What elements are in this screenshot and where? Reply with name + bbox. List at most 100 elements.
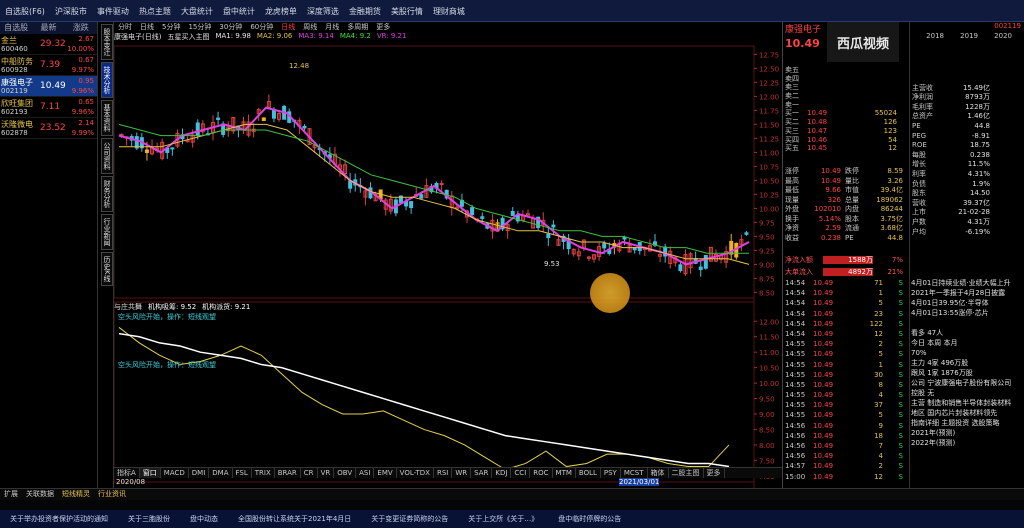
info-line[interactable]: 2021年(预测) <box>909 428 1024 438</box>
sub-indicator-name[interactable]: 与庄共舞 <box>114 302 142 311</box>
indicator-tab-10[interactable]: OBV <box>334 468 357 478</box>
indicator-tab-5[interactable]: FSL <box>233 468 252 478</box>
bottom-tab-1[interactable]: 关联数据 <box>22 489 58 500</box>
info-line[interactable]: 4月01日39.95亿·半导体 <box>909 298 1024 308</box>
fin-row: 每股 0.238 <box>910 151 1024 161</box>
bottom-tab-0[interactable]: 扩展 <box>0 489 22 500</box>
ob-price: 10.47 <box>807 126 828 135</box>
indicator-tab-21[interactable]: BOLL <box>576 468 601 478</box>
indicator-tab-22[interactable]: PSY <box>601 468 621 478</box>
indicator-tab-20[interactable]: MTM <box>553 468 576 478</box>
order-book: 卖五 卖四 卖三 卖二 卖一 买一 10.49 55024 买二 10.48 12… <box>783 66 909 153</box>
info-line[interactable]: 跟风 1家 1876万股 <box>909 368 1024 378</box>
ob-volume <box>837 66 897 75</box>
info-line[interactable]: 主营 制造和销售半导体封装材料 <box>909 398 1024 408</box>
vtab-3[interactable]: 公司资料 <box>101 138 113 174</box>
fin-key: 总资产 <box>912 112 933 121</box>
indicator-tab-25[interactable]: 二股主图 <box>669 468 704 478</box>
orderbook-row: 卖二 <box>783 92 909 101</box>
ticker-item[interactable]: 关于上交所《关于…》 <box>458 514 548 524</box>
top-menu-item-0[interactable]: 自选股(F6) <box>0 6 50 17</box>
y-tick-label: 11.25 <box>759 135 779 143</box>
fin-row: 股东 14.50 <box>910 189 1024 199</box>
indicator-tab-23[interactable]: MCST <box>621 468 648 478</box>
vtab-5[interactable]: 行业新闻 <box>101 214 113 250</box>
indicator-tab-15[interactable]: WR <box>452 468 472 478</box>
stock-change: 2.14 <box>78 119 94 127</box>
info-line[interactable]: 指南详细 主题投资 选股策略 <box>909 418 1024 428</box>
info-line[interactable]: 2021年一季报于4月28日披露 <box>909 288 1024 298</box>
watchlist-row[interactable]: 欣旺集团 602193 7.11 0.65 9.96% <box>0 97 97 118</box>
candlestick-chart[interactable]: 12.75 12.50 12.25 12.00 11.75 11.50 11.25 11.00… <box>114 22 782 488</box>
vtab-2[interactable]: 基本资料 <box>101 100 113 136</box>
top-menu-item-8[interactable]: 金融期货 <box>344 6 386 17</box>
vtab-1[interactable]: 技术分析 <box>101 62 113 98</box>
vtab-4[interactable]: 财务分析 <box>101 176 113 212</box>
indicator-tab-19[interactable]: ROC <box>530 468 553 478</box>
flow-row: 净流入额 1588万 7% <box>783 254 909 266</box>
indicator-tab-6[interactable]: TRIX <box>252 468 275 478</box>
indicator-tab-16[interactable]: SAR <box>471 468 493 478</box>
indicator-tab-18[interactable]: CCI <box>511 468 531 478</box>
money-flow: 净流入额 1588万 7% 大单流入 4892万 21% <box>783 254 909 278</box>
info-line[interactable]: 2022年(预测) <box>909 438 1024 448</box>
ticker-item[interactable]: 关于变更证券简称的公告 <box>361 514 458 524</box>
indicator-tab-8[interactable]: CR <box>301 468 318 478</box>
ob-price: 10.49 <box>807 109 828 118</box>
top-menu-item-4[interactable]: 大盘统计 <box>176 6 218 17</box>
top-menu-item-2[interactable]: 事件驱动 <box>92 6 134 17</box>
ob-label: 买四 <box>785 135 799 144</box>
bottom-tab-2[interactable]: 短线精灵 <box>58 489 94 500</box>
indicator-tab-1[interactable]: 窗口 <box>139 468 161 478</box>
info-line[interactable]: 看多 47人 <box>909 328 1024 338</box>
watchlist-row[interactable]: 康强电子 002119 10.49 0.95 9.96% <box>0 76 97 97</box>
trade-time: 14:55 <box>785 411 806 420</box>
info-line[interactable]: 控股 无 <box>909 388 1024 398</box>
ticker-item[interactable]: 全国股份转让系统关于2021年4月日 <box>228 514 361 524</box>
indicator-tab-3[interactable]: DMI <box>189 468 210 478</box>
vtab-6[interactable]: 历史K线 <box>101 252 113 286</box>
indicator-tab-4[interactable]: DMA <box>209 468 233 478</box>
indicator-tab-26[interactable]: 更多 <box>704 468 725 478</box>
top-menu-item-1[interactable]: 沪深股市 <box>50 6 92 17</box>
indicator-tab-0[interactable]: 指标A <box>114 468 140 478</box>
top-menu-item-7[interactable]: 深度筛选 <box>302 6 344 17</box>
indicator-tab-17[interactable]: KDJ <box>492 468 512 478</box>
ticker-item[interactable]: 盘中临时停牌的公告 <box>548 514 631 524</box>
top-menu-item-3[interactable]: 热点主题 <box>134 6 176 17</box>
watchlist-row[interactable]: 金兰 600460 29.32 2.67 10.00% <box>0 34 97 55</box>
ticker-item[interactable]: 关于三胞股份 <box>118 514 180 524</box>
sub-y-tick-label: 10.50 <box>759 365 779 373</box>
ticker-item[interactable]: 盘中动态 <box>180 514 228 524</box>
top-menu-item-10[interactable]: 理财商城 <box>428 6 470 17</box>
top-menu-item-5[interactable]: 盘中统计 <box>218 6 260 17</box>
info-line[interactable]: 地区 国内芯片封装材料领先 <box>909 408 1024 418</box>
info-line[interactable]: 今日 本周 本月 <box>909 338 1024 348</box>
indicator-tab-12[interactable]: EMV <box>374 468 397 478</box>
info-line[interactable]: 4月01日持续业绩·业绩大幅上升 <box>909 278 1024 288</box>
indicator-tab-7[interactable]: BRAR <box>275 468 301 478</box>
stat-row: 换手 5.14% 股本 3.75亿 <box>783 215 909 225</box>
info-line[interactable]: 70% <box>909 348 1024 358</box>
info-line[interactable]: 主力 4家 496万股 <box>909 358 1024 368</box>
ticker-item[interactable]: 关于举办投资者保护活动的通知 <box>0 514 118 524</box>
trade-side: S <box>898 329 903 338</box>
bottom-tab-3[interactable]: 行业资讯 <box>94 489 130 500</box>
indicator-tab-11[interactable]: ASI <box>356 468 375 478</box>
info-line[interactable]: 公司 宁波康强电子股份有限公司 <box>909 378 1024 388</box>
watchlist-row[interactable]: 沃隆微电 602878 23.52 2.14 9.99% <box>0 118 97 139</box>
indicator-tab-2[interactable]: MACD <box>161 468 189 478</box>
indicator-tab-13[interactable]: VOL-TDX <box>397 468 434 478</box>
indicator-tab-24[interactable]: 箱体 <box>648 468 669 478</box>
trade-time: 14:56 <box>785 421 806 430</box>
fin-key: 股东 <box>912 189 926 198</box>
info-line[interactable] <box>909 318 1024 328</box>
top-menu-item-9[interactable]: 美股行情 <box>386 6 428 17</box>
info-line[interactable]: 4月01日13:55涨停·芯片 <box>909 308 1024 318</box>
watchlist-row[interactable]: 中船防务 600928 7.39 0.67 9.97% <box>0 55 97 76</box>
trade-row: 14:56 10.49 4 S <box>783 451 909 461</box>
indicator-tab-9[interactable]: VR <box>318 468 335 478</box>
top-menu-item-6[interactable]: 龙虎榜单 <box>260 6 302 17</box>
vtab-0[interactable]: 股本变迁 <box>101 24 113 60</box>
indicator-tab-14[interactable]: RSI <box>434 468 453 478</box>
